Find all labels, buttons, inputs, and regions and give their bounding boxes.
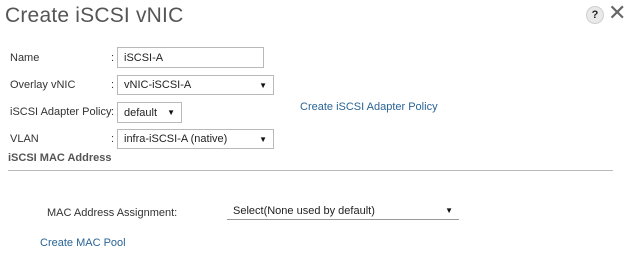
name-colon: : <box>111 52 115 64</box>
section-divider <box>8 170 613 171</box>
mac-section-header: iSCSI MAC Address <box>8 152 112 164</box>
adapter-policy-colon: : <box>111 106 115 118</box>
chevron-down-icon: ▼ <box>259 80 267 90</box>
mac-assignment-value: Select(None used by default) <box>233 204 375 217</box>
help-icon[interactable]: ? <box>586 6 604 24</box>
dialog-title: Create iSCSI vNIC <box>5 4 184 27</box>
mac-assignment-select[interactable]: Select(None used by default) ▼ <box>227 202 459 220</box>
overlay-vnic-value: vNIC-iSCSI-A <box>124 79 192 91</box>
vlan-select[interactable]: infra-iSCSI-A (native) ▼ <box>117 129 274 149</box>
name-label: Name <box>10 52 40 64</box>
vlan-value: infra-iSCSI-A (native) <box>124 133 228 145</box>
overlay-vnic-label: Overlay vNIC <box>10 79 76 91</box>
create-mac-pool-link[interactable]: Create MAC Pool <box>40 237 126 249</box>
adapter-policy-value: default <box>124 106 158 119</box>
vlan-colon: : <box>111 133 115 145</box>
chevron-down-icon: ▼ <box>259 134 267 144</box>
chevron-down-icon: ▼ <box>167 108 175 117</box>
chevron-down-icon: ▼ <box>445 206 453 215</box>
name-input[interactable]: iSCSI-A <box>117 47 264 68</box>
vlan-label: VLAN <box>10 133 39 145</box>
overlay-vnic-select[interactable]: vNIC-iSCSI-A ▼ <box>117 75 274 95</box>
overlay-vnic-colon: : <box>111 79 115 91</box>
create-adapter-policy-link[interactable]: Create iSCSI Adapter Policy <box>300 101 438 113</box>
close-icon[interactable]: ✕ <box>608 2 626 24</box>
adapter-policy-select[interactable]: default ▼ <box>117 102 182 123</box>
adapter-policy-label: iSCSI Adapter Policy <box>10 106 112 118</box>
mac-assignment-label: MAC Address Assignment: <box>47 207 178 219</box>
